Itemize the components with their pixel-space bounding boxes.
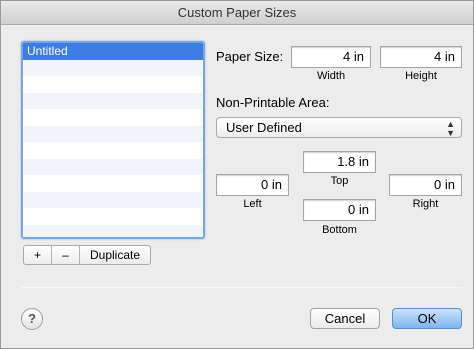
list-row-empty	[23, 142, 203, 159]
top-label: Top	[330, 175, 349, 187]
non-printable-area-label: Non-Printable Area:	[216, 95, 330, 110]
paper-height-field[interactable]: 4 in	[380, 46, 462, 68]
duplicate-button[interactable]: Duplicate	[80, 246, 150, 264]
list-row-empty	[23, 175, 203, 192]
list-row-empty	[23, 224, 203, 237]
non-printable-area-popup[interactable]: User Defined ▲ ▼	[216, 117, 462, 138]
window-title: Custom Paper Sizes	[1, 1, 473, 25]
left-label: Left	[243, 198, 262, 210]
paper-size-label: Paper Size:	[216, 49, 284, 64]
list-row-empty	[23, 125, 203, 142]
list-row-empty	[23, 158, 203, 175]
top-margin-field[interactable]: 1.8 in	[303, 151, 376, 173]
list-row-empty	[23, 109, 203, 126]
right-margin-field[interactable]: 0 in	[389, 174, 462, 196]
bottom-margin-field[interactable]: 0 in	[303, 199, 376, 221]
paper-width-field[interactable]: 4 in	[291, 46, 371, 68]
popup-selected-value: User Defined	[226, 120, 302, 135]
list-row-empty	[23, 191, 203, 208]
list-row-empty	[23, 92, 203, 109]
height-label: Height	[405, 70, 437, 82]
list-item[interactable]: Untitled	[23, 43, 203, 60]
list-row-empty	[23, 76, 203, 93]
right-label: Right	[412, 198, 439, 210]
list-edit-segmented-control: + – Duplicate	[23, 245, 151, 265]
ok-button[interactable]: OK	[392, 308, 462, 329]
popup-arrows-icon: ▲ ▼	[446, 119, 455, 138]
custom-paper-sizes-dialog: Custom Paper Sizes Untitled + – Duplicat…	[0, 0, 474, 349]
help-button[interactable]: ?	[21, 308, 43, 330]
bottom-label: Bottom	[322, 224, 357, 236]
list-row-empty	[23, 208, 203, 225]
remove-paper-button[interactable]: –	[52, 246, 80, 264]
footer-divider	[21, 287, 462, 288]
paper-size-list[interactable]: Untitled	[21, 41, 205, 239]
width-label: Width	[316, 70, 346, 82]
list-row-empty	[23, 59, 203, 76]
left-margin-field[interactable]: 0 in	[216, 174, 289, 196]
add-paper-button[interactable]: +	[24, 246, 52, 264]
cancel-button[interactable]: Cancel	[310, 308, 380, 329]
